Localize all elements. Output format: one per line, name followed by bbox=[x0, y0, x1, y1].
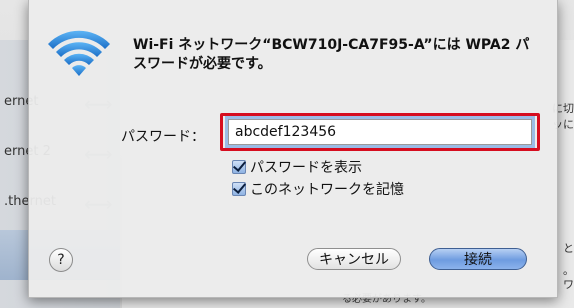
help-button[interactable]: ? bbox=[49, 248, 73, 272]
connect-button[interactable]: 接続 bbox=[429, 248, 527, 270]
cancel-button[interactable]: キャンセル bbox=[307, 248, 401, 270]
password-input[interactable] bbox=[228, 119, 532, 145]
remember-network-checkbox[interactable] bbox=[232, 182, 246, 196]
wifi-password-dialog: Wi-Fi ネットワーク“BCW710J-CA7F95-A”には WPA2 パス… bbox=[28, 0, 558, 298]
show-password-checkbox-row[interactable]: パスワードを表示 bbox=[232, 158, 362, 176]
show-password-checkbox[interactable] bbox=[232, 160, 246, 174]
background-edge-text: ワ bbox=[563, 278, 574, 291]
remember-network-label: このネットワークを記憶 bbox=[250, 182, 404, 198]
wifi-icon bbox=[48, 30, 110, 76]
dialog-title: Wi-Fi ネットワーク“BCW710J-CA7F95-A”には WPA2 パス… bbox=[133, 37, 530, 72]
password-label: パスワード： bbox=[121, 129, 205, 145]
background-edge-text: と bbox=[563, 242, 574, 255]
show-password-label: パスワードを表示 bbox=[250, 160, 362, 176]
remember-network-checkbox-row[interactable]: このネットワークを記憶 bbox=[232, 180, 404, 198]
